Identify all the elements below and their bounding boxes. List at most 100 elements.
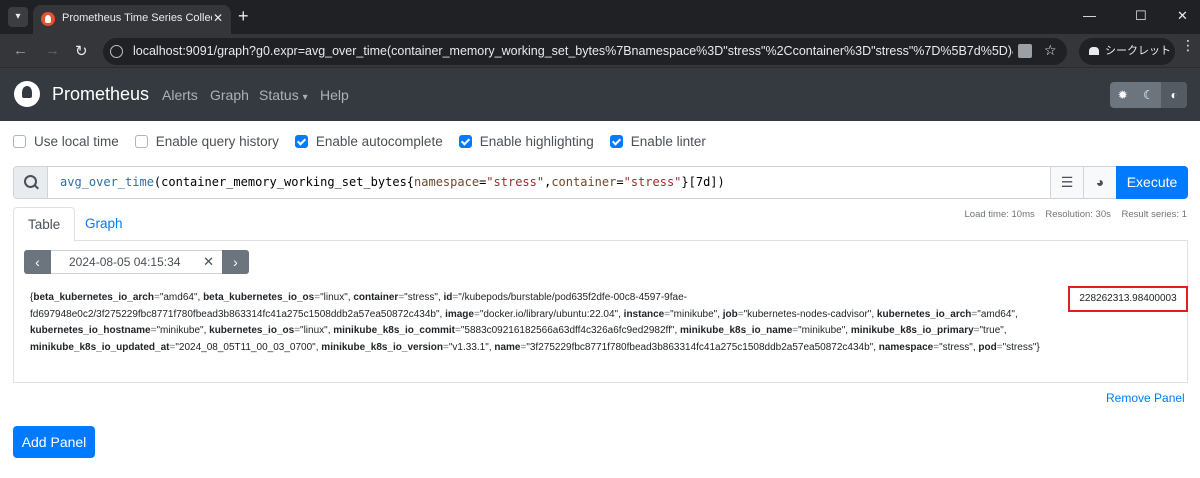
- series-label-value: "3f275229fbc8771f780fbead3b863314fc41a27…: [526, 341, 874, 353]
- option-linter[interactable]: Enable linter: [609, 134, 706, 149]
- series-label-value: "5883c09216182566a63dff4c326a6fc9ed2982f…: [460, 325, 675, 336]
- nav-status-label: Status: [259, 87, 299, 103]
- series-label-name: minikube_k8s_io_name: [680, 325, 793, 336]
- expr-value-2: "stress": [623, 175, 682, 189]
- checkbox[interactable]: [134, 135, 148, 148]
- nav-graph[interactable]: Graph: [210, 87, 249, 103]
- series-value: 228262313.98400003: [1068, 286, 1188, 312]
- series-label-name: instance: [623, 308, 665, 320]
- option-label: Enable linter: [630, 134, 706, 149]
- series-label-name: kubernetes_io_os: [209, 325, 295, 336]
- option-use-local-time[interactable]: Use local time: [13, 134, 119, 149]
- chevron-left-icon[interactable]: ‹: [24, 250, 51, 274]
- series-brace: }: [1036, 341, 1040, 353]
- evaluation-time-picker: ‹ 2024-08-05 04:15:34 ✕ ›: [24, 250, 249, 274]
- brand-title[interactable]: Prometheus: [52, 84, 149, 105]
- query-stats: Load time: 10ms Resolution: 30s Result s…: [957, 209, 1187, 220]
- series-label-name: name: [494, 341, 521, 353]
- option-query-history[interactable]: Enable query history: [134, 134, 279, 149]
- load-time: Load time: 10ms: [964, 209, 1035, 220]
- close-tab-icon[interactable]: ✕: [213, 11, 223, 25]
- nav-help[interactable]: Help: [320, 87, 349, 103]
- bookmark-star-icon[interactable]: ☆: [1044, 42, 1057, 59]
- tab-graph[interactable]: Graph: [71, 207, 137, 241]
- series-label-value: "true": [979, 325, 1004, 336]
- metrics-explorer-icon[interactable]: ◕: [1083, 167, 1116, 198]
- execute-button[interactable]: Execute: [1116, 166, 1188, 199]
- eval-time-input[interactable]: 2024-08-05 04:15:34 ✕: [51, 250, 222, 274]
- expr-brace: }: [681, 175, 689, 189]
- nav-alerts[interactable]: Alerts: [162, 87, 198, 103]
- series-label-value: "minikube": [670, 308, 718, 320]
- series-label-value: "linux": [300, 325, 328, 336]
- expr-metric: container_memory_working_set_bytes: [161, 175, 407, 189]
- option-autocomplete[interactable]: Enable autocomplete: [294, 134, 443, 149]
- series-label-value: "minikube": [156, 325, 204, 336]
- clear-time-icon[interactable]: ✕: [203, 251, 214, 273]
- option-highlighting[interactable]: Enable highlighting: [458, 134, 594, 149]
- incognito-badge[interactable]: シークレット: [1079, 38, 1175, 65]
- expr-brace: {: [406, 175, 415, 189]
- browser-tab[interactable]: Prometheus Time Series Collect ✕: [33, 5, 231, 34]
- dark-theme-icon[interactable]: ☾: [1136, 82, 1162, 108]
- add-panel-button[interactable]: Add Panel: [13, 426, 95, 458]
- series-label-value: "linux": [320, 292, 348, 303]
- series-label-name: minikube_k8s_io_commit: [333, 325, 455, 336]
- prometheus-logo-icon[interactable]: [14, 81, 40, 107]
- prometheus-navbar: Prometheus Alerts Graph Status ▾ Help ✹ …: [0, 68, 1200, 121]
- series-label-value: "stress": [404, 292, 438, 303]
- checkbox[interactable]: [609, 135, 623, 148]
- minimize-icon[interactable]: —: [1083, 8, 1096, 23]
- series-labels: {beta_kubernetes_io_arch="amd64", beta_k…: [30, 292, 1040, 353]
- remove-panel-link[interactable]: Remove Panel: [1106, 391, 1185, 405]
- browser-theme-icon[interactable]: ◐: [1161, 82, 1188, 108]
- browser-menu-icon[interactable]: ⋮: [1181, 38, 1195, 52]
- checkbox[interactable]: [458, 135, 472, 148]
- expr-label-1: namespace: [414, 175, 480, 189]
- expr-function: avg_over_time: [60, 175, 154, 189]
- expr-paren: ): [717, 175, 725, 189]
- maximize-icon[interactable]: ☐: [1135, 8, 1147, 24]
- expr-label-2: container: [551, 175, 617, 189]
- series-label-name: image: [445, 308, 474, 320]
- checkbox[interactable]: [294, 135, 308, 148]
- series-label-name: minikube_k8s_io_updated_at: [30, 341, 170, 353]
- reload-icon[interactable]: ↻: [75, 42, 88, 60]
- tab-search-icon[interactable]: ▾: [8, 7, 28, 27]
- tab-table[interactable]: Table: [13, 207, 76, 242]
- expression-input[interactable]: avg_over_time(container_memory_working_s…: [13, 166, 1188, 199]
- incognito-icon: [1089, 47, 1099, 56]
- series-label-value: "stress": [939, 341, 973, 353]
- series-label-name: pod: [978, 341, 997, 353]
- series-label-name: namespace: [878, 341, 934, 353]
- theme-switcher: ✹ ☾ ◐: [1110, 82, 1188, 108]
- forward-icon[interactable]: →: [45, 42, 60, 59]
- light-theme-icon[interactable]: ✹: [1110, 82, 1136, 108]
- expr-value-1: "stress": [486, 175, 545, 189]
- series-label-value: "docker.io/library/ubuntu:22.04": [479, 308, 619, 320]
- series-label-name: minikube_k8s_io_primary: [850, 325, 974, 336]
- expr-eq: =: [616, 175, 624, 189]
- series-label-value: "kubernetes-nodes-cadvisor": [743, 308, 872, 320]
- series-label-name: beta_kubernetes_io_arch: [33, 292, 154, 303]
- series-label-value: "amd64": [977, 308, 1015, 320]
- incognito-label: シークレット: [1105, 45, 1171, 57]
- caret-down-icon: ▾: [302, 92, 308, 103]
- option-label: Enable query history: [155, 134, 279, 149]
- site-info-icon[interactable]: [110, 45, 123, 58]
- chevron-right-icon[interactable]: ›: [222, 250, 249, 274]
- query-options: Use local time Enable query history Enab…: [13, 134, 706, 149]
- search-icon: [14, 167, 48, 198]
- address-bar[interactable]: localhost:9091/graph?g0.expr=avg_over_ti…: [103, 38, 1067, 65]
- series-label-name: kubernetes_io_hostname: [30, 325, 151, 336]
- back-icon[interactable]: ←: [13, 42, 28, 59]
- checkbox[interactable]: [13, 135, 26, 148]
- new-tab-icon[interactable]: +: [238, 6, 249, 26]
- window-close-icon[interactable]: ✕: [1177, 8, 1188, 24]
- format-expression-icon[interactable]: ☰: [1050, 167, 1083, 198]
- translate-icon[interactable]: [1018, 44, 1032, 58]
- nav-status[interactable]: Status ▾: [259, 87, 308, 103]
- expression-text[interactable]: avg_over_time(container_memory_working_s…: [60, 175, 725, 189]
- eval-time-value: 2024-08-05 04:15:34: [69, 255, 181, 269]
- url-text: localhost:9091/graph?g0.expr=avg_over_ti…: [133, 44, 1013, 58]
